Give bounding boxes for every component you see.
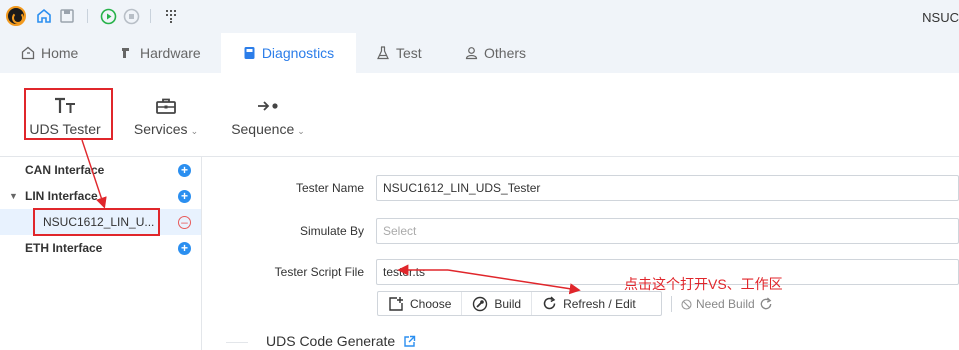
chevron-down-icon: ⌄ [297, 126, 305, 136]
need-build-label: Need Build [696, 297, 755, 311]
sequence-icon [258, 101, 278, 111]
sequence-label: Sequence [231, 121, 295, 137]
tester-name-label: Tester Name [295, 181, 364, 195]
simulate-by-label: Simulate By [299, 224, 364, 238]
flask-icon [377, 46, 389, 60]
tab-label: Others [484, 45, 527, 61]
add-icon[interactable]: + [178, 241, 191, 255]
title-bar: NSUC [0, 0, 959, 33]
tree-node-lin[interactable]: ▼ LIN Interface + [0, 183, 201, 209]
choose-button[interactable]: Choose [378, 292, 461, 315]
tab-hardware[interactable]: Hardware [120, 33, 201, 73]
tab-diagnostics[interactable]: Diagnostics [221, 33, 356, 73]
build-button[interactable]: Build [461, 292, 531, 315]
build-label: Build [494, 296, 522, 311]
refresh-edit-button[interactable]: Refresh / Edit [531, 292, 646, 315]
user-icon [465, 47, 478, 60]
tab-label: Diagnostics [261, 45, 335, 61]
diagnostics-icon [244, 47, 255, 59]
services-label: Services [133, 121, 188, 137]
add-icon[interactable]: + [178, 189, 191, 203]
tree-node-label: CAN Interface [25, 163, 105, 177]
toolbar-divider [150, 9, 151, 23]
script-actions: Choose Build Refresh / Edit [377, 291, 662, 316]
grid-icon[interactable] [163, 7, 181, 25]
section-divider [226, 342, 248, 343]
refresh-icon[interactable] [759, 297, 773, 311]
add-icon[interactable]: + [178, 163, 191, 177]
sequence-dropdown[interactable]: Sequence ⌄ [226, 97, 310, 137]
toolbar-divider [87, 9, 88, 23]
external-link-icon[interactable] [403, 335, 416, 348]
stop-icon[interactable] [122, 7, 140, 25]
tree-node-label: ETH Interface [25, 241, 103, 255]
interface-tree: CAN Interface + ▼ LIN Interface + NSUC16… [0, 157, 202, 350]
services-dropdown[interactable]: Services ⌄ [129, 97, 203, 137]
home-shortcut-icon[interactable] [35, 7, 53, 25]
home-icon [21, 46, 35, 60]
tab-test[interactable]: Test [376, 33, 422, 73]
app-logo [6, 6, 26, 26]
tab-label: Hardware [140, 45, 201, 61]
disabled-icon [681, 298, 692, 310]
hardware-icon [122, 48, 129, 58]
wrench-icon [473, 296, 488, 311]
tree-node-eth[interactable]: ETH Interface + [0, 235, 201, 261]
script-file-label: Tester Script File [274, 265, 364, 279]
diagnostics-ribbon: UDS Tester Services ⌄ Sequence ⌄ [0, 73, 959, 157]
build-status: Need Build [681, 297, 773, 311]
remove-icon[interactable]: – [178, 215, 191, 229]
tab-others[interactable]: Others [465, 33, 526, 73]
tab-home[interactable]: Home [21, 33, 78, 73]
chevron-down-icon: ⌄ [190, 126, 199, 136]
run-icon[interactable] [99, 7, 117, 25]
tab-label: Home [41, 45, 79, 61]
uds-tester-highlight-box [24, 88, 113, 140]
choose-label: Choose [410, 296, 452, 311]
build-status-divider [671, 296, 672, 312]
uds-code-generate-header: UDS Code Generate [266, 333, 416, 349]
tester-node-highlight-box [33, 208, 160, 236]
tab-label: Test [396, 45, 422, 61]
tree-node-can[interactable]: CAN Interface + [0, 157, 201, 183]
refresh-icon [543, 296, 556, 310]
tester-name-input[interactable]: NSUC1612_LIN_UDS_Tester [376, 175, 959, 201]
caret-down-icon[interactable]: ▼ [9, 191, 18, 201]
simulate-by-select[interactable]: Select [376, 218, 959, 244]
add-file-icon [389, 296, 403, 311]
tree-node-label: LIN Interface [25, 189, 98, 203]
toolbox-icon [156, 98, 176, 114]
refresh-edit-label: Refresh / Edit [563, 296, 636, 311]
annotation-text: 点击这个打开VS、工作区 [624, 276, 783, 292]
section-title-label: UDS Code Generate [266, 333, 396, 349]
save-icon[interactable] [58, 7, 76, 25]
main-tab-bar: Home Hardware Diagnostics Test Others [0, 33, 959, 73]
window-title: NSUC [922, 10, 959, 25]
